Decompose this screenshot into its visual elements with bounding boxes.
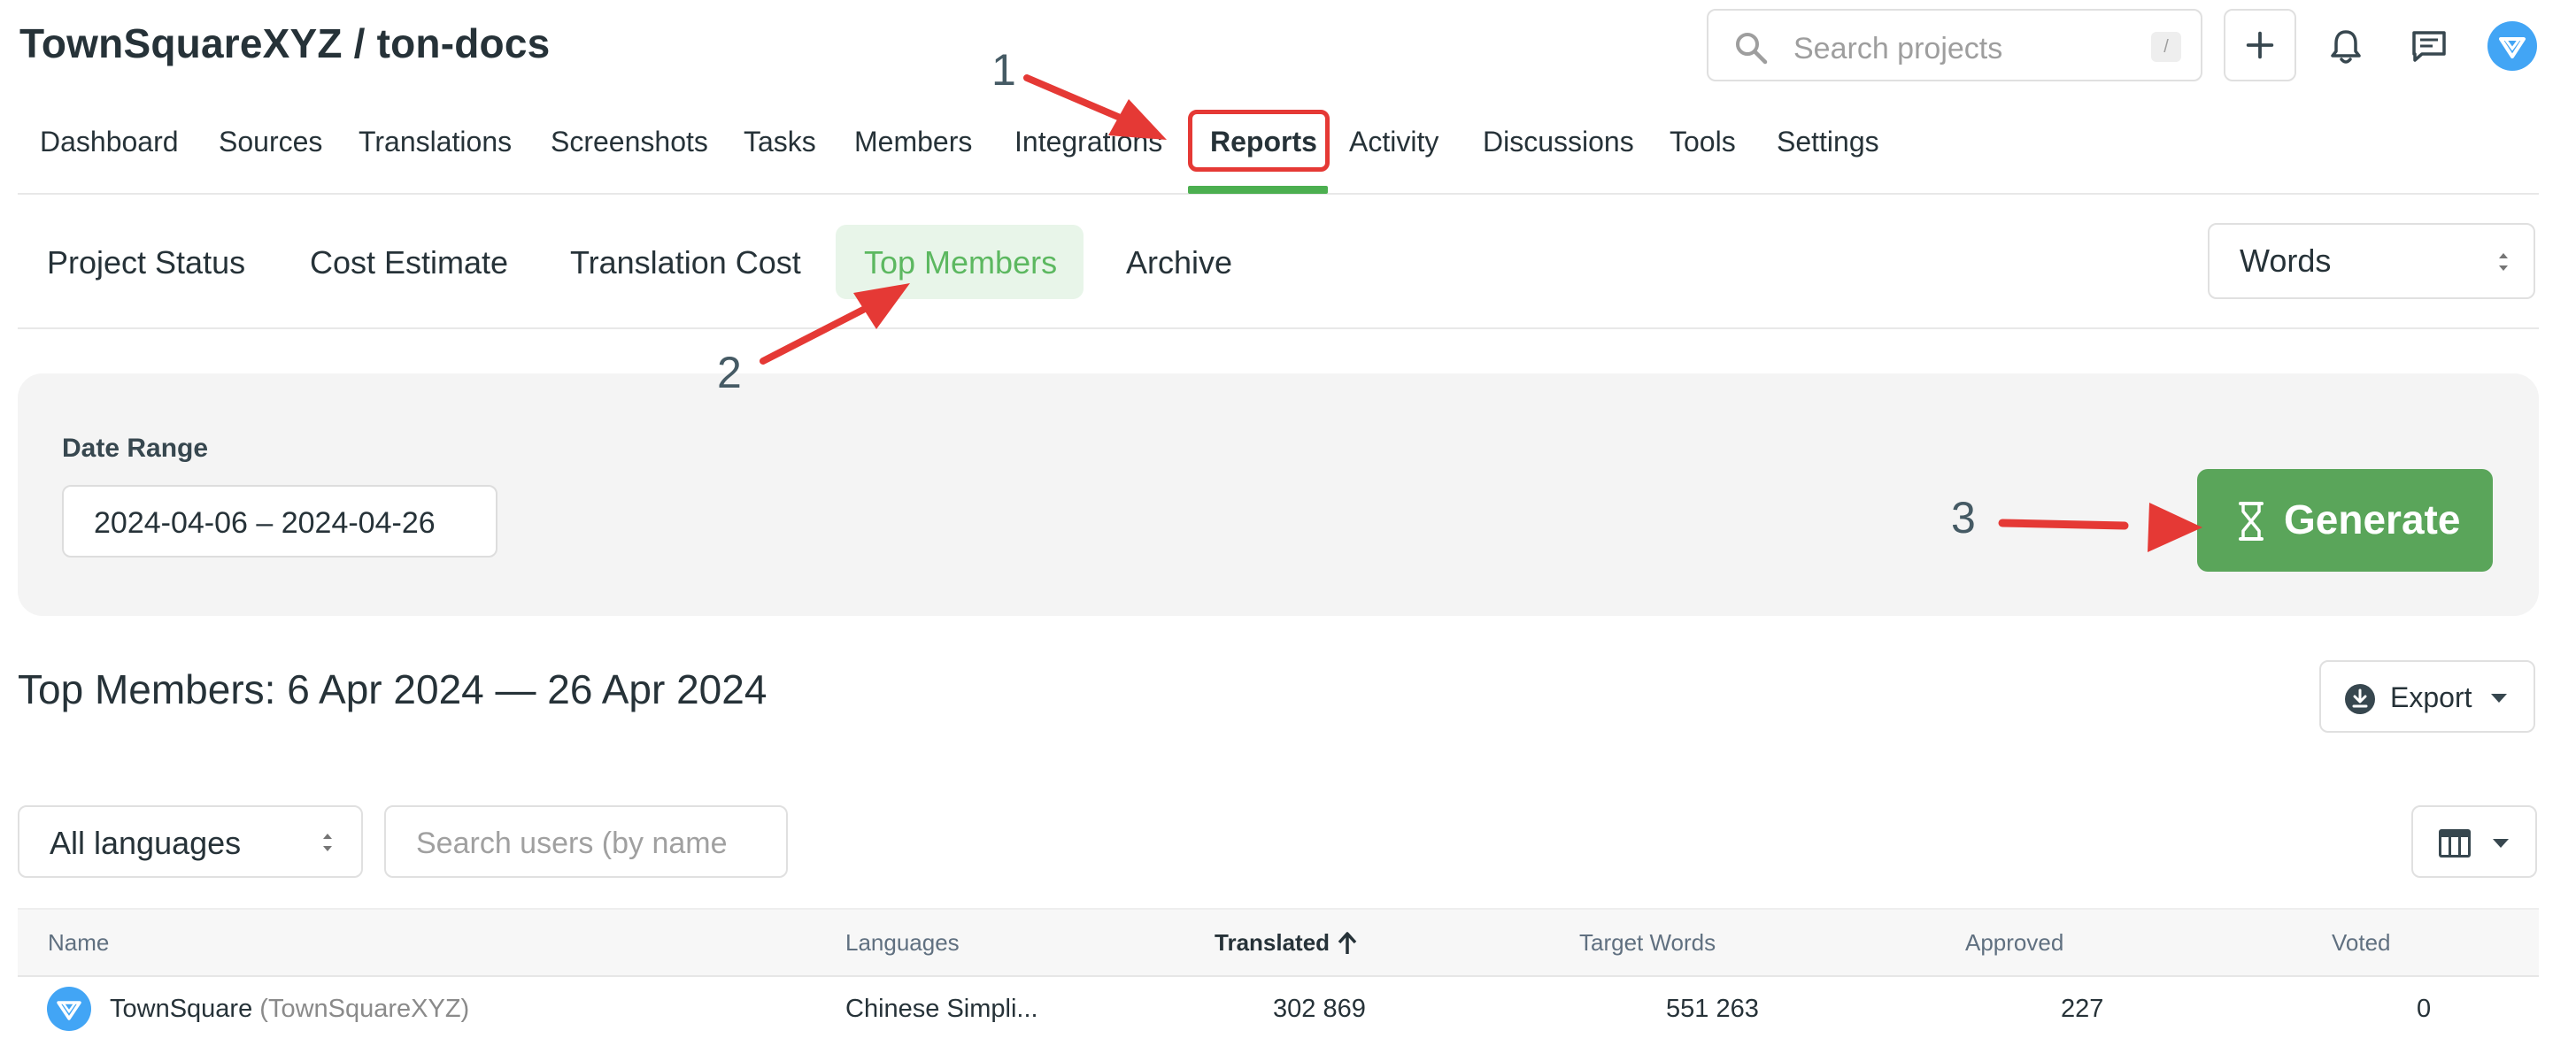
member-languages: Chinese Simpli...: [845, 995, 1038, 1023]
user-search-input[interactable]: Search users (by name: [384, 805, 788, 878]
column-header-translated[interactable]: Translated: [1215, 929, 1330, 957]
caret-down-icon: [2493, 839, 2509, 848]
member-username: (TownSquareXYZ): [259, 995, 470, 1023]
annotation-arrow-1: [1023, 74, 1167, 140]
member-name-cell: TownSquare (TownSquareXYZ): [110, 995, 469, 1024]
member-voted: 0: [2417, 995, 2432, 1023]
language-select[interactable]: All languages: [18, 805, 363, 878]
member-approved: 227: [2061, 995, 2104, 1023]
member-target-words: 551 263: [1666, 995, 1759, 1023]
column-header-target-words[interactable]: Target Words: [1579, 929, 1716, 957]
annotation-arrow-3: [1998, 503, 2202, 552]
member-name: TownSquare: [110, 995, 253, 1023]
column-header-voted[interactable]: Voted: [2332, 929, 2391, 957]
language-select-value: All languages: [50, 825, 242, 861]
column-header-name[interactable]: Name: [48, 929, 109, 957]
annotation-arrows: [760, 74, 2202, 552]
avatar: [47, 987, 91, 1031]
column-header-approved[interactable]: Approved: [1965, 929, 2063, 957]
member-translated: 302 869: [1273, 995, 1366, 1023]
export-label: Export: [2390, 681, 2472, 713]
results-title: Top Members: 6 Apr 2024 — 26 Apr 2024: [18, 666, 767, 712]
download-icon: [2345, 684, 2375, 714]
user-search-placeholder: Search users (by name: [416, 827, 728, 860]
column-header-languages[interactable]: Languages: [845, 929, 960, 957]
export-button[interactable]: Export: [2319, 660, 2535, 733]
table-columns-icon: [2439, 829, 2471, 858]
sort-up-arrow-icon[interactable]: [1335, 929, 1360, 956]
columns-button[interactable]: [2411, 805, 2537, 878]
caret-down-icon: [2491, 694, 2507, 703]
sort-arrows-icon: [323, 834, 332, 851]
annotation-arrow-2: [760, 283, 910, 365]
